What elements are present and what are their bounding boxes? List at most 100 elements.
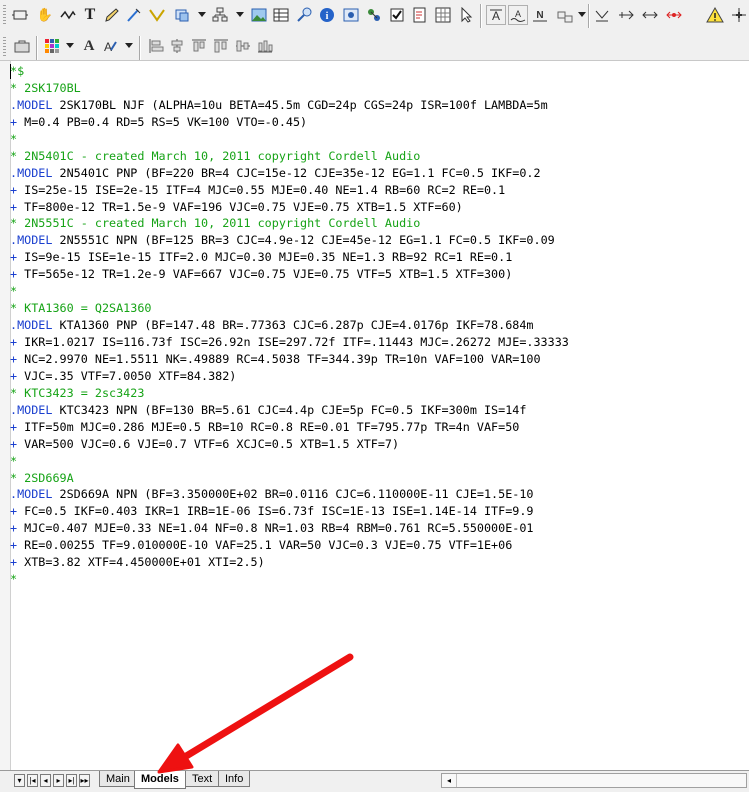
toolbar-separator [480, 4, 482, 28]
comment-text: * KTC3423 = 2sc3423 [10, 385, 145, 400]
network-icon[interactable] [364, 5, 384, 25]
shape-dropdown-icon[interactable] [198, 12, 206, 17]
component-icon[interactable] [10, 5, 30, 25]
bidir-arrow-icon[interactable] [640, 5, 660, 25]
probe-icon[interactable] [294, 5, 314, 25]
grid-icon[interactable] [433, 5, 453, 25]
prev-page-icon[interactable]: ◂ [40, 774, 51, 787]
format-toolbar: A A [0, 32, 749, 61]
comment-text: * 2SD669A [10, 470, 74, 485]
netlist-line: + ITF=50m MJC=0.286 MJE=0.5 RB=10 RC=0.8… [10, 419, 569, 436]
crosshair-icon[interactable] [729, 5, 749, 25]
model-keyword: .MODEL [10, 165, 53, 180]
tab-info[interactable]: Info [218, 771, 251, 787]
netlist-line: + IS=9e-15 ISE=1e-15 ITF=2.0 MJC=0.30 MJ… [10, 249, 569, 266]
model-params-text: IS=9e-15 ISE=1e-15 ITF=2.0 MJC=0.30 MJE=… [17, 250, 513, 265]
toolbar-grip[interactable] [3, 5, 6, 25]
align-top-icon[interactable] [211, 36, 231, 56]
font-icon[interactable]: A [79, 36, 99, 56]
align-right-icon[interactable] [189, 36, 209, 56]
netlist-line: *$ [10, 63, 569, 80]
model-params-text: TF=565e-12 TR=1.2e-9 VAF=667 VJC=0.75 VJ… [17, 267, 513, 282]
tab-text[interactable]: Text [185, 771, 220, 787]
shape-icon[interactable] [172, 5, 192, 25]
sheet-dropdown-icon[interactable]: ▾ [14, 774, 25, 787]
comment-text: * [10, 131, 18, 146]
text-tool-icon[interactable]: T [80, 5, 100, 25]
align-left-icon[interactable] [146, 36, 166, 56]
netlist-line: .MODEL 2SK170BL NJF (ALPHA=10u BETA=45.5… [10, 97, 569, 114]
model-params-text: VAR=500 VJC=0.6 VJE=0.7 VTF=6 XCJC=0.5 X… [17, 436, 400, 451]
warning-icon[interactable] [705, 5, 725, 25]
model-keyword: .MODEL [10, 97, 53, 112]
comment-text: * KTA1360 = Q2SA1360 [10, 301, 152, 316]
node-icon[interactable] [592, 5, 612, 25]
svg-text:N: N [536, 10, 543, 21]
text-style-a-icon[interactable]: A [486, 5, 506, 25]
color-grid-icon[interactable] [42, 36, 62, 56]
scroll-left-icon[interactable]: ◂ [442, 774, 457, 787]
netlist-line: * 2N5401C - created March 10, 2011 copyr… [10, 148, 569, 165]
comment-text: * 2SK170BL [10, 80, 81, 95]
model-params-text: M=0.4 PB=0.4 RD=5 RS=5 VK=100 VTO=-0.45) [17, 114, 308, 129]
last-page-icon[interactable]: ▸| [66, 774, 77, 787]
netlist-line: + M=0.4 PB=0.4 RD=5 RS=5 VK=100 VTO=-0.4… [10, 114, 569, 131]
text-caret [10, 64, 11, 79]
netlist-line: * 2SD669A [10, 470, 569, 487]
text-style-dropdown-icon[interactable] [125, 43, 133, 48]
model-keyword: .MODEL [10, 402, 53, 417]
tab-main[interactable]: Main [99, 771, 137, 787]
model-params-text: NC=2.9970 NE=1.5511 NK=.49889 RC=4.5038 … [17, 351, 541, 366]
image-icon[interactable] [249, 5, 269, 25]
netlist-line: + RE=0.00255 TF=9.010000E-10 VAF=25.1 VA… [10, 537, 569, 554]
window-icon[interactable] [341, 5, 361, 25]
horizontal-scrollbar[interactable]: ◂ [441, 773, 747, 788]
netlist-line: + XTB=3.82 XTF=4.450000E+01 XTI=2.5) [10, 554, 569, 571]
svg-text:A: A [515, 9, 521, 19]
first-page-icon[interactable]: |◂ [27, 774, 38, 787]
bus-arrow-icon[interactable] [616, 5, 636, 25]
netlist-line: + VAR=500 VJC=0.6 VJE=0.7 VTF=6 XCJC=0.5… [10, 436, 569, 453]
tab-models[interactable]: Models [134, 771, 186, 789]
red-arrow-icon[interactable] [664, 5, 684, 25]
diagram-icon[interactable] [555, 5, 575, 25]
toolbox-icon[interactable] [12, 36, 32, 56]
text-style-n-icon[interactable]: N [530, 5, 550, 25]
netlist-line: + IS=25e-15 ISE=2e-15 ITF=4 MJC=0.55 MJE… [10, 182, 569, 199]
info-icon[interactable]: i [317, 5, 337, 25]
hand-pan-icon[interactable]: ✋ [35, 5, 55, 25]
text-style-wave-icon[interactable]: A [508, 5, 528, 25]
text-style-icon[interactable]: A [100, 36, 120, 56]
distribute-icon[interactable] [255, 36, 275, 56]
toolbar-separator [139, 36, 141, 60]
model-params-text: KTC3423 NPN (BF=130 BR=5.61 CJC=4.4p CJE… [52, 402, 527, 417]
edit-list-icon[interactable] [410, 5, 430, 25]
color-dropdown-icon[interactable] [66, 43, 74, 48]
netlist-line: + IKR=1.0217 IS=116.73f ISC=26.92n ISE=2… [10, 334, 569, 351]
model-params-text: FC=0.5 IKF=0.403 IKR=1 IRB=1E-06 IS=6.73… [17, 504, 534, 519]
align-middle-icon[interactable] [233, 36, 253, 56]
bus-icon[interactable] [147, 5, 167, 25]
next-page-icon[interactable]: ▸ [53, 774, 64, 787]
model-params-text: IKR=1.0217 IS=116.73f ISC=26.92n ISE=297… [17, 335, 569, 349]
align-center-icon[interactable] [167, 36, 187, 56]
comment-text: *$ [10, 64, 25, 78]
checkbox-icon[interactable] [387, 5, 407, 25]
svg-text:i: i [326, 11, 329, 22]
model-params-text: 2N5401C PNP (BF=220 BR=4 CJC=15e-12 CJE=… [52, 165, 541, 180]
hierarchy-icon[interactable] [210, 5, 230, 25]
end-page-icon[interactable]: ▸▸ [79, 774, 90, 787]
netlist-line: * [10, 571, 569, 588]
select-arrow-icon[interactable] [457, 5, 477, 25]
pen-icon[interactable] [124, 5, 144, 25]
hierarchy-dropdown-icon[interactable] [236, 12, 244, 17]
netlist-text[interactable]: *$ * 2SK170BL .MODEL 2SK170BL NJF (ALPHA=1… [10, 63, 569, 588]
netlist-line: + NC=2.9970 NE=1.5511 NK=.49889 RC=4.503… [10, 351, 569, 368]
wire-icon[interactable] [58, 5, 78, 25]
toolbar-grip[interactable] [3, 37, 6, 57]
sheet-tab-bar: ▾ |◂ ◂ ▸ ▸| ▸▸ Main Models Text Info ◂ [0, 770, 749, 792]
table-icon[interactable] [271, 5, 291, 25]
pencil-icon[interactable] [102, 5, 122, 25]
model-keyword: .MODEL [10, 318, 53, 333]
diagram-dropdown-icon[interactable] [578, 12, 586, 17]
